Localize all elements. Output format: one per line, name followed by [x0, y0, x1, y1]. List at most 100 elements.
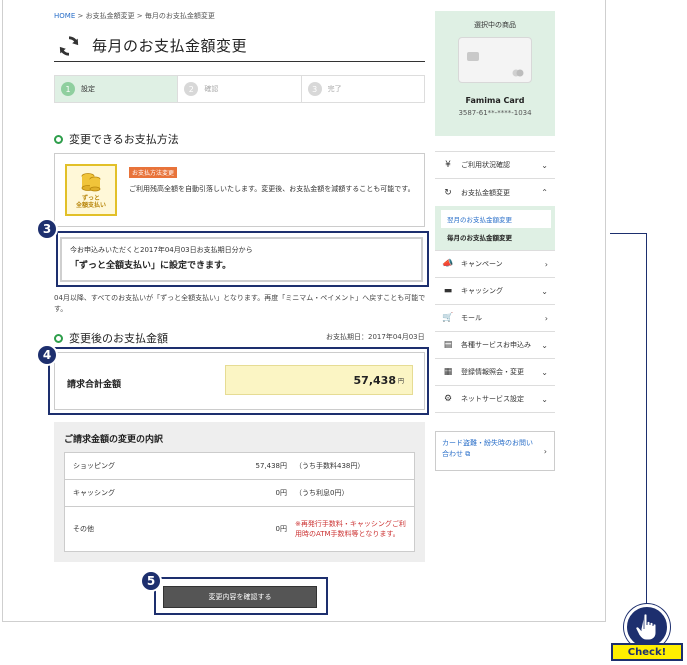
step-settings: 1 設定 — [55, 76, 179, 102]
sidebar-item-label: 登録情報照会・変更 — [461, 368, 524, 376]
sidebar-item-mall[interactable]: 🛒 モール › — [435, 305, 555, 332]
card-panel-title: 選択中の商品 — [474, 21, 516, 29]
step-confirm: 2 確認 — [178, 76, 302, 102]
breadcrumb-separator: > — [75, 12, 86, 20]
coin-stack-icon — [81, 173, 101, 192]
step-number: 1 — [61, 82, 75, 96]
section-title-text: 変更後のお支払金額 — [69, 332, 168, 345]
gear-icon: ⚙ — [443, 394, 453, 404]
payment-method-card: ずっと 全額支払い お支払方法変更 ご利用残高全額を自動引落しいたします。変更後… — [54, 153, 425, 227]
breadcrumb-parent-link[interactable]: お支払金額変更 — [86, 12, 135, 20]
step-marker-3: 3 — [36, 218, 58, 240]
highlight-frame-3 — [56, 231, 429, 287]
card-chip-icon — [467, 52, 479, 61]
lost-card-link-text: カード盗難・紛失時のお問い合わせ — [442, 439, 533, 459]
chevron-right-icon: › — [544, 259, 548, 269]
method-badge: お支払方法変更 — [129, 167, 178, 178]
lost-card-contact-link[interactable]: カード盗難・紛失時のお問い合わせ ⧉ › — [435, 431, 555, 471]
breadcrumb: HOME > お支払金額変更 > 毎月のお支払金額変更 — [54, 11, 215, 21]
sidebar-item-label: キャンペーン — [461, 260, 503, 268]
section-title-text: 変更できるお支払方法 — [69, 133, 179, 146]
breadcrumb-current: 毎月のお支払金額変更 — [144, 12, 215, 20]
row-name: ショッピング — [73, 462, 115, 470]
section-title-methods: 変更できるお支払方法 — [54, 131, 179, 147]
breakdown-title: ご請求金額の変更の内訳 — [64, 435, 164, 445]
selected-card-panel: 選択中の商品 Famima Card 3587-61**-****-1034 — [435, 11, 555, 136]
section-title-amount: 変更後のお支払金額 — [54, 330, 168, 346]
refresh-icon — [59, 35, 79, 56]
step-indicator: 1 設定 2 確認 3 完了 — [54, 75, 425, 103]
highlight-frame-5 — [154, 577, 328, 615]
row-amount: 0円 — [275, 489, 287, 497]
chevron-right-icon: › — [544, 313, 548, 323]
method-description: ご利用残高全額を自動引落しいたします。変更後、お支払金額を減額することも可能です… — [129, 185, 415, 193]
document-icon: ▤ — [443, 340, 453, 350]
chevron-down-icon: ⌄ — [541, 367, 548, 377]
cash-icon: ▬ — [443, 286, 453, 296]
row-amount: 57,438円 — [255, 462, 288, 470]
sidebar-item-services[interactable]: ▤ 各種サービスお申込み ⌄ — [435, 332, 555, 359]
card-name: Famima Card — [465, 96, 525, 105]
megaphone-icon: 📣 — [442, 259, 454, 269]
chevron-down-icon: ⌄ — [541, 160, 548, 170]
sidebar-item-registration[interactable]: ▦ 登録情報照会・変更 ⌄ — [435, 359, 555, 386]
sidebar-item-payment-change[interactable]: ↻ お支払金額変更 ⌃ — [435, 179, 555, 206]
page-header: 毎月のお支払金額変更 — [54, 30, 425, 62]
cart-icon: 🛒 — [442, 313, 454, 323]
step-label: 確認 — [204, 85, 219, 93]
step-marker-4: 4 — [36, 344, 58, 366]
check-label: Check! — [611, 643, 683, 661]
form-icon: ▦ — [443, 367, 453, 377]
sidebar-item-label: ご利用状況確認 — [461, 161, 510, 169]
full-payment-icon: ずっと 全額支払い — [65, 164, 117, 216]
sidebar-item-net-settings[interactable]: ⚙ ネットサービス設定 ⌄ — [435, 386, 555, 413]
circle-bullet-icon — [54, 134, 63, 144]
sidebar-item-label: ネットサービス設定 — [461, 395, 524, 403]
step-number: 2 — [184, 82, 199, 96]
table-row: その他 0円 ※再発行手数料・キャッシングご利用時のATM手数料等となります。 — [65, 507, 414, 551]
sidebar-subitem-monthly[interactable]: 毎月のお支払金額変更 — [441, 228, 551, 246]
yen-icon: ¥ — [445, 160, 451, 170]
icon-label: ずっと 全額支払い — [75, 195, 106, 210]
breadcrumb-separator: > — [134, 12, 145, 20]
chevron-down-icon: ⌄ — [541, 340, 548, 350]
due-date: お支払期日：2017年04月03日 — [326, 333, 425, 341]
row-detail: ※再発行手数料・キャッシングご利用時のATM手数料等となります。 — [295, 520, 406, 538]
table-row: キャッシング 0円 （うち利息0円） — [65, 480, 414, 507]
step-label: 完了 — [327, 85, 342, 93]
chevron-right-icon: › — [543, 447, 547, 456]
card-number: 3587-61**-****-1034 — [458, 109, 532, 117]
sidebar-item-label: 各種サービスお申込み — [461, 341, 531, 349]
step-label: 設定 — [81, 85, 95, 93]
sidebar-submenu: 翌月のお支払金額変更 毎月のお支払金額変更 — [435, 206, 555, 251]
row-amount: 0円 — [275, 525, 287, 533]
step-marker-5: 5 — [140, 570, 162, 592]
sidebar-item-cashing[interactable]: ▬ キャッシング ⌄ — [435, 278, 555, 305]
chevron-up-icon: ⌃ — [541, 188, 548, 197]
sidebar-item-label: モール — [461, 314, 482, 322]
table-row: ショッピング 57,438円 （うち手数料438円） — [65, 453, 414, 480]
page-title: 毎月のお支払金額変更 — [92, 37, 248, 55]
sidebar-item-usage[interactable]: ¥ ご利用状況確認 ⌄ — [435, 152, 555, 179]
refresh-icon: ↻ — [444, 187, 452, 198]
chevron-down-icon: ⌄ — [541, 286, 548, 296]
breakdown-table: ショッピング 57,438円 （うち手数料438円） キャッシング 0円 （うち… — [64, 452, 415, 552]
mastercard-logo-icon — [512, 69, 524, 77]
chevron-down-icon: ⌄ — [541, 394, 548, 404]
breadcrumb-home-link[interactable]: HOME — [54, 12, 75, 20]
credit-card-image — [458, 37, 532, 83]
external-link-icon: ⧉ — [465, 450, 471, 459]
circle-bullet-icon — [54, 333, 63, 343]
step-complete: 3 完了 — [301, 76, 424, 102]
step-number: 3 — [307, 82, 322, 96]
row-name: その他 — [73, 525, 94, 533]
hand-cursor-icon — [635, 613, 657, 641]
highlight-frame-4 — [48, 347, 429, 415]
sidebar-item-label: キャッシング — [461, 287, 503, 295]
note-text: 04月以降、すべてのお支払いが「ずっと全額支払い」となります。再度「ミニマム・ペ… — [54, 294, 426, 313]
sidebar-subitem-next-month[interactable]: 翌月のお支払金額変更 — [441, 210, 551, 228]
breakdown-panel: ご請求金額の変更の内訳 ショッピング 57,438円 （うち手数料438円） キ… — [54, 422, 425, 562]
row-detail: （うち手数料438円） — [295, 462, 365, 470]
sidebar-item-campaign[interactable]: 📣 キャンペーン › — [435, 251, 555, 278]
callout-connector-line — [610, 233, 647, 617]
